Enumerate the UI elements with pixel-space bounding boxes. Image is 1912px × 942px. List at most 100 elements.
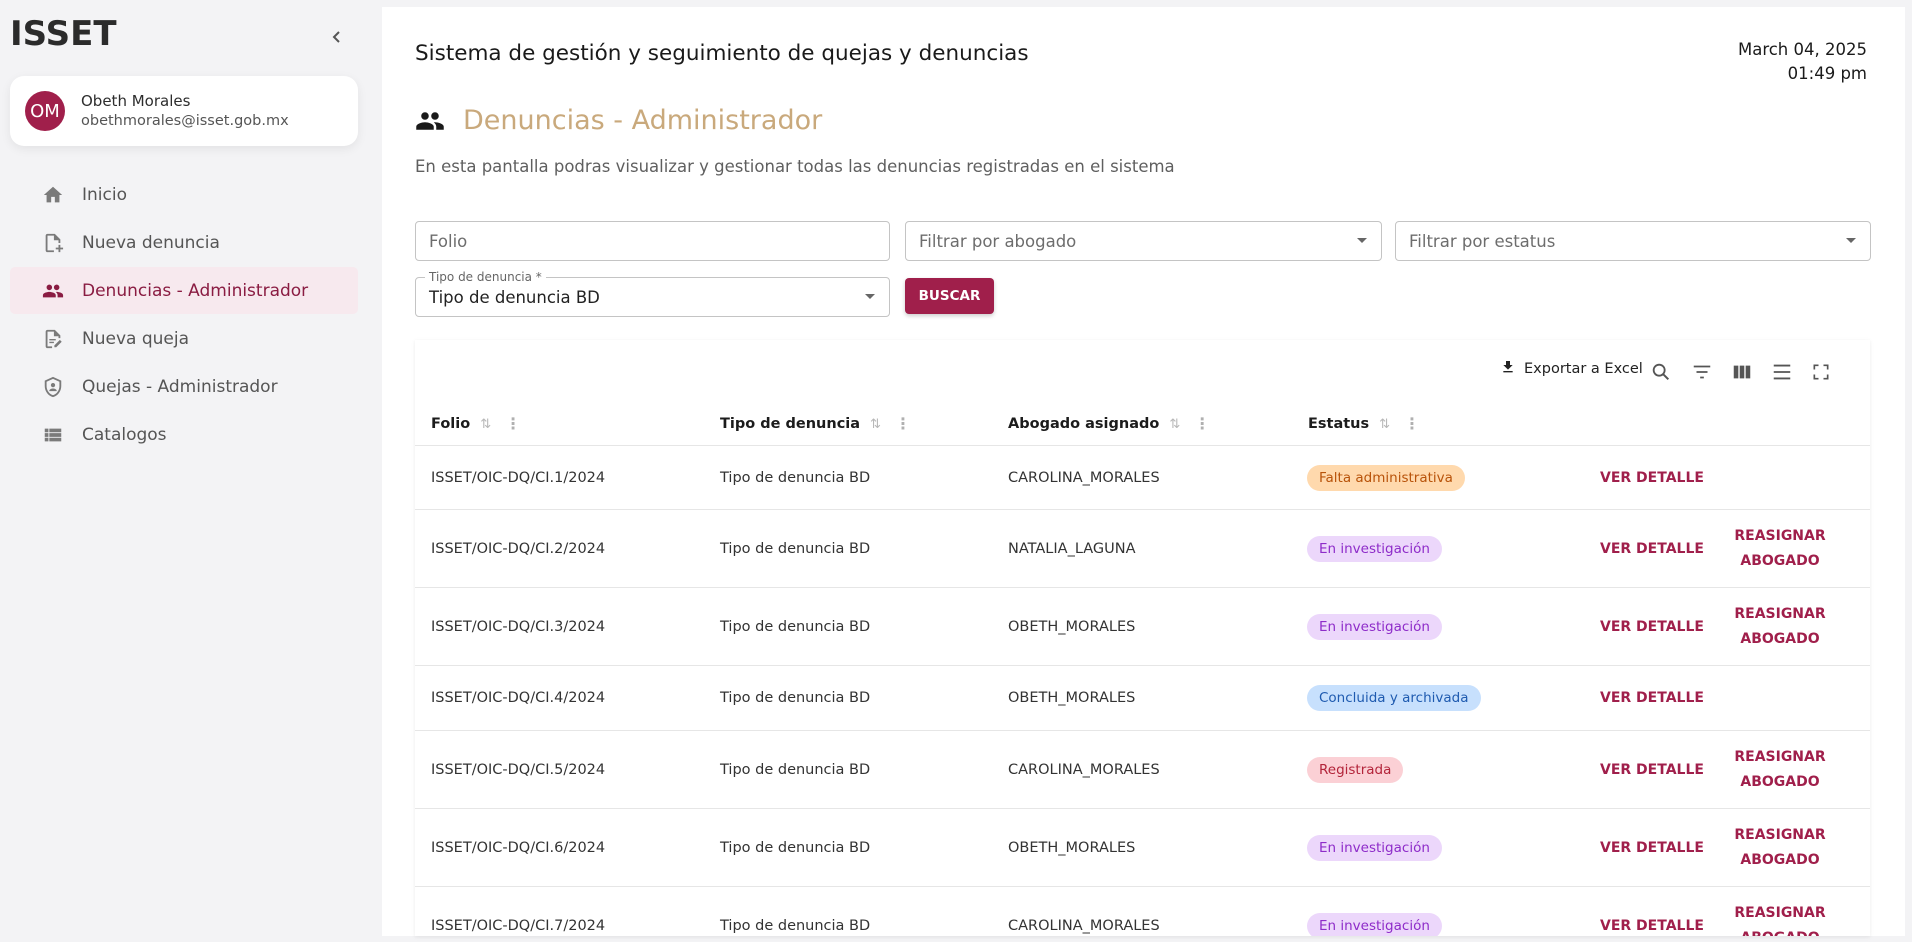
table-row: ISSET/OIC-DQ/CI.6/2024 Tipo de denuncia B…: [415, 809, 1870, 887]
column-menu-icon[interactable]: ⋮: [1404, 416, 1420, 432]
chevron-left-icon: [332, 31, 340, 43]
sidebar-item-nueva-queja[interactable]: Nueva queja: [10, 315, 358, 362]
status-cell: En investigación: [1307, 809, 1442, 886]
tipo-value: Tipo de denuncia BD: [720, 839, 871, 856]
folio-field[interactable]: [415, 221, 890, 261]
sidebar-item-quejas-administrador[interactable]: Quejas - Administrador: [10, 363, 358, 410]
reassign-label-line2: ABOGADO: [1740, 630, 1820, 647]
reassign-lawyer-button[interactable]: REASIGNAR ABOGADO: [1734, 524, 1825, 574]
tipo-value: Tipo de denuncia BD: [720, 469, 871, 486]
reassign-label-line1: REASIGNAR: [1734, 904, 1826, 921]
abogado-value: CAROLINA_MORALES: [1008, 761, 1160, 778]
reassign-lawyer-button[interactable]: REASIGNAR ABOGADO: [1734, 602, 1825, 652]
column-label: Abogado asignado: [1008, 416, 1160, 432]
reassign-label-line2: ABOGADO: [1740, 773, 1820, 790]
column-header-estatus[interactable]: Estatus ⇅ ⋮: [1308, 402, 1420, 446]
sort-icon[interactable]: ⇅: [480, 417, 491, 432]
column-header-abogado[interactable]: Abogado asignado ⇅ ⋮: [1008, 402, 1210, 446]
view-detail-button[interactable]: VER DETALLE: [1600, 619, 1704, 635]
estatus-filter-select[interactable]: Filtrar por estatus: [1395, 221, 1871, 261]
sidebar-item-catalogos[interactable]: Catalogos: [10, 411, 358, 458]
user-email: obethmorales@isset.gob.mx: [81, 113, 289, 129]
fullscreen-icon[interactable]: [1809, 360, 1833, 384]
column-menu-icon[interactable]: ⋮: [895, 416, 911, 432]
view-cell: VER DETALLE: [1600, 666, 1704, 730]
abogado-value-cell: OBETH_MORALES: [1008, 809, 1135, 886]
search-icon[interactable]: [1649, 360, 1673, 384]
folio-value-cell: ISSET/OIC-DQ/CI.6/2024: [431, 809, 605, 886]
folio-value: ISSET/OIC-DQ/CI.7/2024: [431, 917, 606, 934]
tipo-denuncia-select[interactable]: Tipo de denuncia * Tipo de denuncia BD: [415, 270, 890, 317]
reassign-lawyer-button[interactable]: REASIGNAR ABOGADO: [1734, 823, 1825, 873]
view-detail-button[interactable]: VER DETALLE: [1600, 840, 1704, 856]
columns-icon[interactable]: [1730, 360, 1754, 384]
status-cell: Falta administrativa: [1307, 446, 1465, 509]
current-date: March 04, 2025: [1737, 40, 1867, 59]
sort-icon[interactable]: ⇅: [870, 417, 881, 432]
shield-person-icon: [42, 376, 64, 398]
column-header-tipo[interactable]: Tipo de denuncia ⇅ ⋮: [720, 402, 911, 446]
reassign-cell: REASIGNAR ABOGADO: [1715, 887, 1845, 937]
page-header: Denuncias - Administrador: [415, 105, 822, 136]
folio-input[interactable]: [429, 222, 889, 260]
table-row: ISSET/OIC-DQ/CI.2/2024 Tipo de denuncia B…: [415, 510, 1870, 588]
table-toolbar: Exportar a Excel: [415, 340, 1870, 400]
column-menu-icon[interactable]: ⋮: [1194, 416, 1210, 432]
sidebar-item-nueva-denuncia[interactable]: Nueva denuncia: [10, 219, 358, 266]
folio-value-cell: ISSET/OIC-DQ/CI.5/2024: [431, 731, 605, 808]
sidebar-item-label: Nueva denuncia: [82, 232, 220, 253]
view-detail-button[interactable]: VER DETALLE: [1600, 541, 1704, 557]
status-cell: En investigación: [1307, 887, 1442, 936]
reassign-cell: REASIGNAR ABOGADO: [1715, 731, 1845, 808]
status-cell: Concluida y archivada: [1307, 666, 1481, 730]
sidebar-nav: Inicio Nueva denuncia Denuncias - Admini…: [10, 171, 358, 459]
column-header-folio[interactable]: Folio ⇅ ⋮: [431, 402, 521, 446]
search-button[interactable]: BUSCAR: [905, 278, 994, 314]
page-title: Denuncias - Administrador: [463, 105, 823, 136]
sort-icon[interactable]: ⇅: [1379, 417, 1390, 432]
status-badge: En investigación: [1307, 613, 1442, 640]
abogado-value-cell: CAROLINA_MORALES: [1008, 887, 1160, 936]
download-icon: [1500, 359, 1516, 379]
view-detail-button[interactable]: VER DETALLE: [1600, 690, 1704, 706]
tipo-value-cell: Tipo de denuncia BD: [720, 588, 870, 665]
table-row: ISSET/OIC-DQ/CI.3/2024 Tipo de denuncia B…: [415, 588, 1870, 666]
folio-value-cell: ISSET/OIC-DQ/CI.3/2024: [431, 588, 605, 665]
view-detail-button[interactable]: VER DETALLE: [1600, 470, 1704, 486]
datetime: March 04, 2025 01:49 pm: [1738, 38, 1867, 86]
abogado-value-cell: OBETH_MORALES: [1008, 588, 1135, 665]
sort-icon[interactable]: ⇅: [1169, 417, 1180, 432]
reassign-label-line1: REASIGNAR: [1734, 826, 1826, 843]
reassign-lawyer-button[interactable]: REASIGNAR ABOGADO: [1734, 745, 1825, 795]
export-excel-button[interactable]: Exportar a Excel: [1500, 355, 1643, 383]
density-icon[interactable]: [1770, 360, 1794, 384]
sidebar-item-denuncias-administrador[interactable]: Denuncias - Administrador: [10, 267, 358, 314]
view-detail-button[interactable]: VER DETALLE: [1600, 762, 1704, 778]
abogado-value-cell: NATALIA_LAGUNA: [1008, 510, 1136, 587]
column-label: Tipo de denuncia: [720, 416, 861, 432]
table-row: ISSET/OIC-DQ/CI.5/2024 Tipo de denuncia B…: [415, 731, 1870, 809]
home-icon: [42, 184, 64, 206]
status-badge: Falta administrativa: [1307, 464, 1465, 491]
caret-down-icon: [865, 294, 875, 299]
sidebar-item-inicio[interactable]: Inicio: [10, 171, 358, 218]
reassign-cell: REASIGNAR ABOGADO: [1715, 809, 1845, 886]
abogado-value-cell: CAROLINA_MORALES: [1008, 446, 1160, 509]
page-description: En esta pantalla podras visualizar y ges…: [415, 157, 1175, 176]
view-detail-button[interactable]: VER DETALLE: [1600, 918, 1704, 934]
folio-value: ISSET/OIC-DQ/CI.2/2024: [431, 540, 606, 557]
filter-icon[interactable]: [1690, 360, 1714, 384]
view-cell: VER DETALLE: [1600, 809, 1704, 886]
caret-down-icon: [1357, 238, 1367, 243]
view-cell: VER DETALLE: [1600, 446, 1704, 509]
reassign-lawyer-button[interactable]: REASIGNAR ABOGADO: [1734, 901, 1825, 937]
column-menu-icon[interactable]: ⋮: [505, 416, 521, 432]
folio-value: ISSET/OIC-DQ/CI.4/2024: [431, 690, 606, 706]
abogado-filter-select[interactable]: Filtrar por abogado: [905, 221, 1382, 261]
reassign-label-line2: ABOGADO: [1734, 926, 1825, 937]
people-icon: [42, 280, 64, 302]
collapse-sidebar-button[interactable]: [322, 22, 352, 52]
tipo-value-cell: Tipo de denuncia BD: [720, 809, 870, 886]
reassign-label-line1: REASIGNAR: [1734, 527, 1826, 544]
tipo-value: Tipo de denuncia BD: [720, 761, 871, 778]
